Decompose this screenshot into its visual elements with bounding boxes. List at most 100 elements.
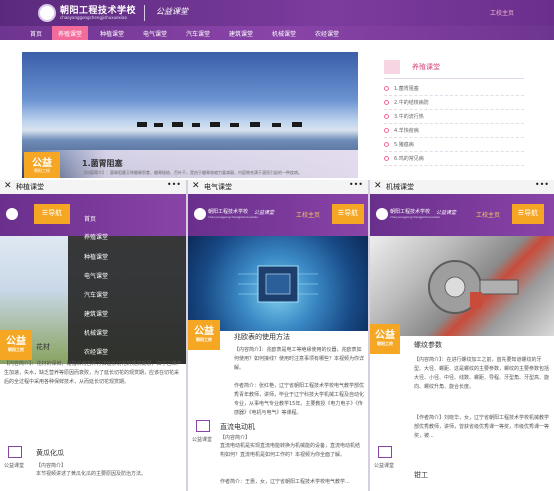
- main-site-link[interactable]: 工校主页: [296, 210, 320, 219]
- sidebar-divider: [384, 78, 524, 79]
- charity-logo: 公益课堂: [436, 210, 457, 216]
- more-icon[interactable]: •••: [167, 180, 181, 189]
- item-title[interactable]: 钳工: [414, 470, 428, 480]
- charity-badge-sub: 朝阳工校: [34, 168, 50, 173]
- banner-caption[interactable]: 1.菌胃阻塞: [82, 158, 123, 169]
- article-author: 作者简介：张红艳，辽宁省朝阳工程技术学校电气教学部优秀青年教师，讲师，毕业于辽宁…: [234, 383, 364, 416]
- close-icon[interactable]: ✕: [374, 181, 382, 191]
- phone-header: 朝阳工程技术学校 chaoyanggongchengjishuxuexiao 公…: [370, 194, 554, 236]
- close-icon[interactable]: ✕: [4, 181, 12, 191]
- nav-breeding[interactable]: 养殖课堂: [52, 26, 89, 40]
- nav-button[interactable]: ☰导航: [34, 204, 70, 224]
- article-title[interactable]: 螺纹参数: [414, 340, 442, 350]
- sidebar-item[interactable]: 5.猪瘟病: [384, 140, 524, 152]
- main-site-link[interactable]: 工校主页: [490, 8, 514, 17]
- phone-planting: ✕ 种植课堂 ••• ☰导航 首页 养殖课堂 种植课堂 电气课堂 汽车课堂 建筑…: [0, 180, 186, 491]
- menu-item-auto[interactable]: 汽车课堂: [84, 290, 108, 299]
- bullet-icon: [384, 142, 389, 147]
- film-icon: [196, 420, 210, 432]
- item-title[interactable]: 黄瓜化瓜: [36, 448, 64, 458]
- main-site-link[interactable]: 工校主页: [476, 210, 500, 219]
- menu-item-planting[interactable]: 种植课堂: [84, 252, 108, 261]
- bullet-icon: [384, 100, 389, 105]
- menu-item-mechanical[interactable]: 机械课堂: [84, 328, 108, 337]
- nav-button[interactable]: ☰导航: [512, 204, 544, 224]
- phone-electric: ✕ 电气课堂 ••• 朝阳工程技术学校 chaoyanggongchengjis…: [188, 180, 368, 491]
- phone-titlebar: ✕ 种植课堂 •••: [0, 180, 186, 194]
- phone-title: 机械课堂: [386, 183, 414, 191]
- lathe-image[interactable]: [370, 236, 554, 336]
- menu-item-electric[interactable]: 电气课堂: [84, 271, 108, 280]
- icon-label: 公益课堂: [374, 463, 395, 469]
- item-tag: 【内容简介】: [220, 435, 251, 441]
- nav-building[interactable]: 建筑课堂: [229, 29, 253, 38]
- chip-icon: [238, 265, 318, 303]
- menu-item-home[interactable]: 首页: [84, 214, 96, 223]
- article-title[interactable]: 兆欧表的使用方法: [234, 332, 290, 342]
- desktop-view: 朝阳工程技术学校 chaoyanggongchengjishuxuexiao 公…: [0, 0, 554, 180]
- sidebar-item[interactable]: 1.菌胃阻塞: [384, 84, 524, 96]
- chip-image[interactable]: [188, 236, 368, 331]
- article-intro: 【内容简介】：兆欧表是电工等绝缘使用的仪器，兆欧表如何使用？如何接线？使用时注意…: [234, 347, 364, 371]
- nav-button[interactable]: ☰导航: [332, 204, 364, 224]
- school-name-en: chaoyanggongchengjishuxuexiao: [390, 215, 441, 219]
- school-logo-icon[interactable]: [194, 208, 206, 220]
- item-title[interactable]: 直流电动机: [220, 422, 255, 432]
- school-logo-icon[interactable]: [38, 4, 56, 22]
- item-author: 作者简介：王惠，女，辽宁省朝阳工程技术学校电气教学...: [220, 479, 350, 485]
- charity-badge: 公益: [24, 152, 60, 178]
- charity-badge: 公益 朝阳工校: [188, 320, 220, 350]
- banner-text: 【内容简介】：菌胃阻塞又称瓣胃积食、瓣胃秘结、百叶干，是由于瓣胃收缩力量减弱，内…: [82, 170, 302, 175]
- article-title[interactable]: 花材: [36, 342, 50, 352]
- school-name: 朝阳工程技术学校: [390, 209, 431, 215]
- phone-mechanical: ✕ 机械课堂 ••• 朝阳工程技术学校 chaoyanggongchengjis…: [370, 180, 554, 491]
- menu-item-agri-econ[interactable]: 农经课堂: [84, 347, 108, 356]
- item-text: 本节视频讲述了黄瓜化瓜的主要原因及防治方法。: [36, 471, 147, 477]
- phone-title: 电气课堂: [204, 183, 232, 191]
- more-icon[interactable]: •••: [535, 180, 549, 189]
- charity-badge: 公益 朝阳工校: [0, 330, 32, 360]
- close-icon[interactable]: ✕: [192, 181, 200, 191]
- bullet-icon: [384, 156, 389, 161]
- phone-titlebar: ✕ 电气课堂 •••: [188, 180, 368, 194]
- film-icon: [378, 446, 392, 458]
- article-author: 【作者简介】刘晓华，女，辽宁省朝阳工程技术学校机械教学部优秀教师，讲师，曾获省级…: [414, 415, 550, 439]
- school-name: 朝阳工程技术学校: [208, 209, 249, 215]
- nav-electric[interactable]: 电气课堂: [143, 29, 167, 38]
- school-name-en: chaoyanggongchengjishuxuexiao: [208, 215, 259, 219]
- article-text: 【内容简介】：在进行螺纹加工之前，首先要知道螺纹的牙型、大径、螺距、这是螺纹的主…: [414, 357, 550, 390]
- school-logo-icon[interactable]: [376, 208, 388, 220]
- sidebar-item[interactable]: 3.牛的流行热: [384, 112, 524, 124]
- desktop-nav: 首页 养殖课堂 种植课堂 电气课堂 汽车课堂 建筑课堂 机械课堂 农经课堂: [0, 26, 554, 40]
- nav-mechanical[interactable]: 机械课堂: [272, 29, 296, 38]
- header-divider: [144, 5, 145, 21]
- menu-item-breeding[interactable]: 养殖课堂: [84, 232, 108, 241]
- charity-badge: 公益 朝阳工校: [370, 324, 400, 354]
- item-text: 直流电动机是实现直流电能转换为机械能的设备，直流电动机结构如何？直流电机是如何工…: [220, 443, 361, 458]
- sidebar-title-icon: [384, 60, 400, 74]
- bullet-icon: [384, 86, 389, 91]
- charity-logo: 公益课堂: [156, 7, 188, 16]
- phone-title: 种植课堂: [16, 183, 44, 191]
- school-name-en: chaoyanggongchengjishuxuexiao: [60, 15, 127, 20]
- nav-auto[interactable]: 汽车课堂: [186, 29, 210, 38]
- sidebar-title: 养殖课堂: [412, 63, 440, 71]
- menu-item-building[interactable]: 建筑课堂: [84, 309, 108, 318]
- cows-silhouette-icon: [137, 122, 302, 127]
- nav-planting[interactable]: 种植课堂: [100, 29, 124, 38]
- sidebar-item[interactable]: 2.牛的结核病防: [384, 98, 524, 110]
- gear-icon: [428, 260, 519, 314]
- item-tag: 【内容简介】: [36, 463, 67, 469]
- film-icon: [8, 446, 22, 458]
- bullet-icon: [384, 128, 389, 133]
- charity-logo: 公益课堂: [254, 210, 275, 216]
- sidebar-item[interactable]: 4.羊快疫病: [384, 126, 524, 138]
- icon-label: 公益课堂: [192, 437, 213, 443]
- bullet-icon: [384, 114, 389, 119]
- phone-titlebar: ✕ 机械课堂 •••: [370, 180, 554, 194]
- more-icon[interactable]: •••: [349, 180, 363, 189]
- sidebar-item[interactable]: 6.鸡的常见病: [384, 154, 524, 166]
- nav-home[interactable]: 首页: [30, 29, 42, 38]
- school-logo-icon[interactable]: [6, 208, 18, 220]
- nav-agri-econ[interactable]: 农经课堂: [315, 29, 339, 38]
